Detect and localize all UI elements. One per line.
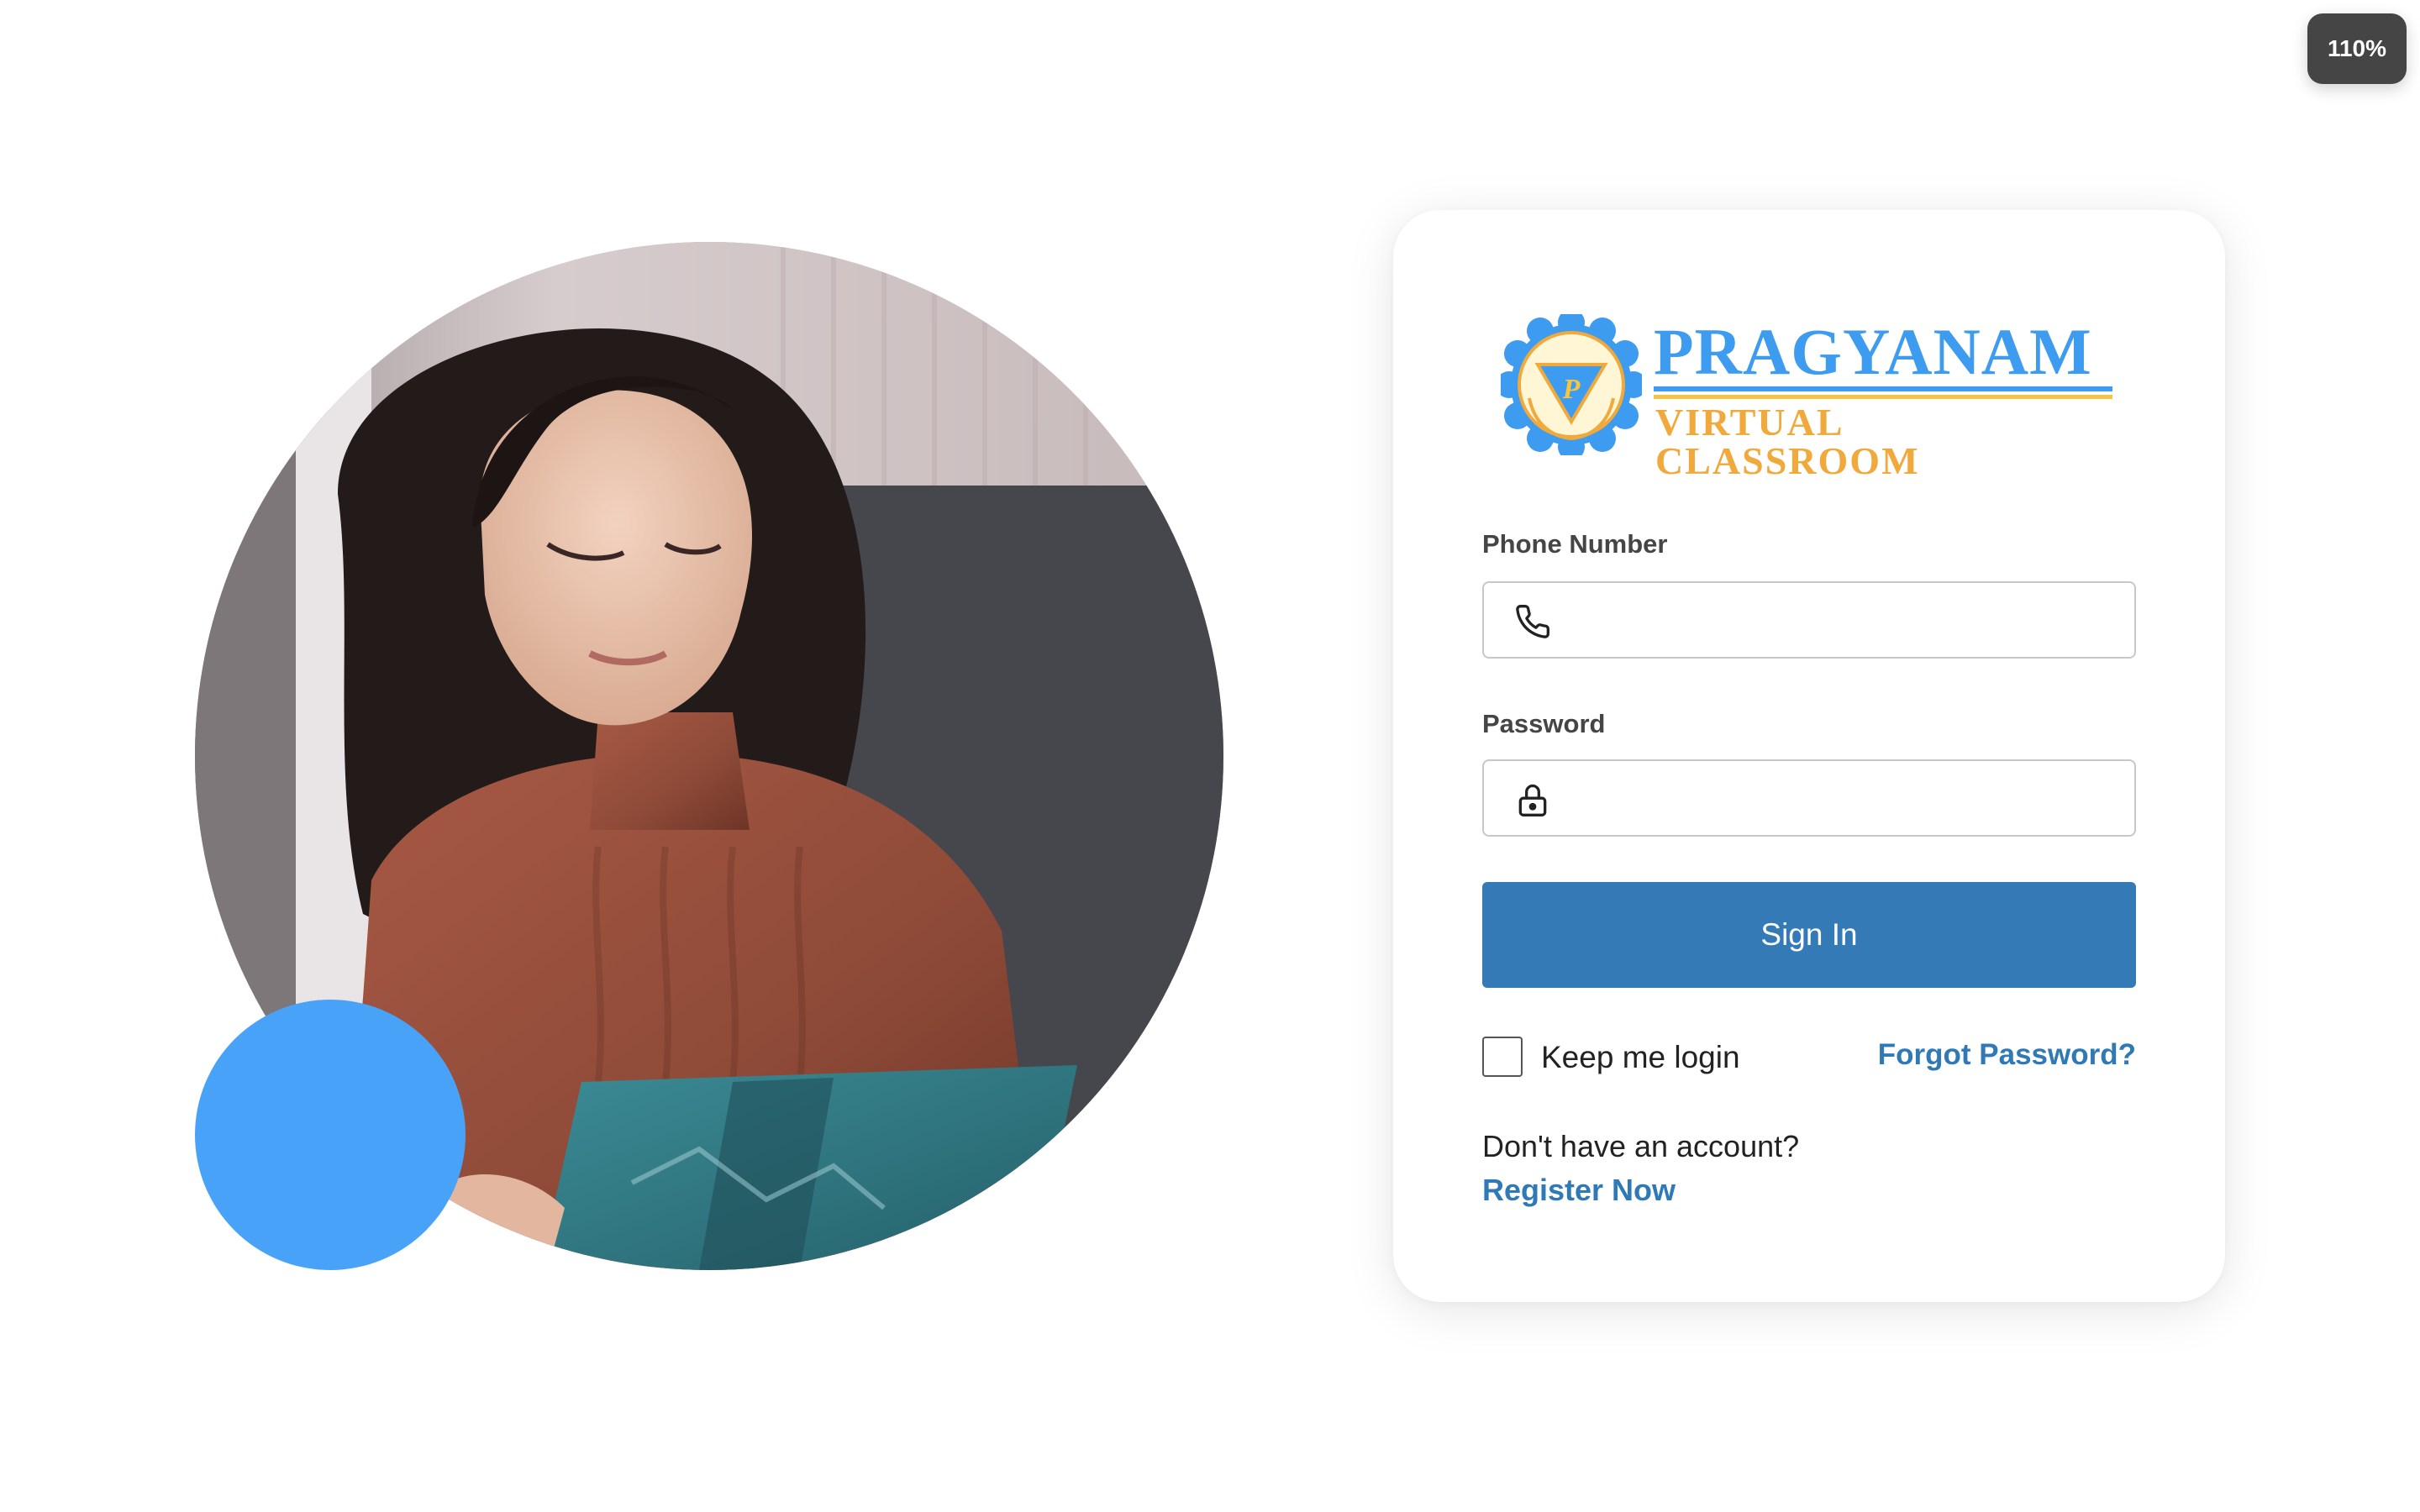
decorative-blue-circle bbox=[195, 1000, 466, 1270]
password-label: Password bbox=[1482, 709, 1606, 738]
emblem-icon: P bbox=[1501, 314, 1642, 455]
zoom-level-label: 110% bbox=[2327, 35, 2387, 61]
password-input[interactable] bbox=[1568, 761, 2123, 835]
register-now-link[interactable]: Register Now bbox=[1482, 1173, 1676, 1208]
keep-login-checkbox[interactable] bbox=[1482, 1037, 1523, 1077]
login-card: P PRAGYANAM VIRTUAL CLASSROOM Phone Numb… bbox=[1393, 210, 2225, 1302]
login-page: 110% P PRAGYANAM VIRTUAL CLASSROOM Phone… bbox=[0, 0, 2420, 1512]
brand-rule-yellow bbox=[1654, 395, 2112, 399]
sign-in-button[interactable]: Sign In bbox=[1482, 882, 2136, 988]
brand-subtitle: VIRTUAL CLASSROOM bbox=[1655, 401, 1920, 482]
lock-icon bbox=[1518, 784, 1547, 816]
brand-logo: P PRAGYANAM VIRTUAL CLASSROOM bbox=[1501, 314, 2114, 480]
phone-input[interactable] bbox=[1568, 583, 2123, 657]
brand-title: PRAGYANAM bbox=[1654, 315, 2092, 388]
phone-icon bbox=[1516, 605, 1549, 638]
phone-field[interactable] bbox=[1482, 581, 2136, 659]
zoom-level-badge: 110% bbox=[2307, 13, 2407, 84]
svg-text:P: P bbox=[1562, 374, 1581, 405]
forgot-password-link[interactable]: Forgot Password? bbox=[1878, 1038, 2136, 1072]
password-field[interactable] bbox=[1482, 759, 2136, 837]
no-account-text: Don't have an account? bbox=[1482, 1129, 1800, 1163]
keep-login-label[interactable]: Keep me login bbox=[1541, 1040, 1740, 1075]
brand-rule-blue bbox=[1654, 386, 2112, 391]
phone-label: Phone Number bbox=[1482, 529, 1668, 559]
